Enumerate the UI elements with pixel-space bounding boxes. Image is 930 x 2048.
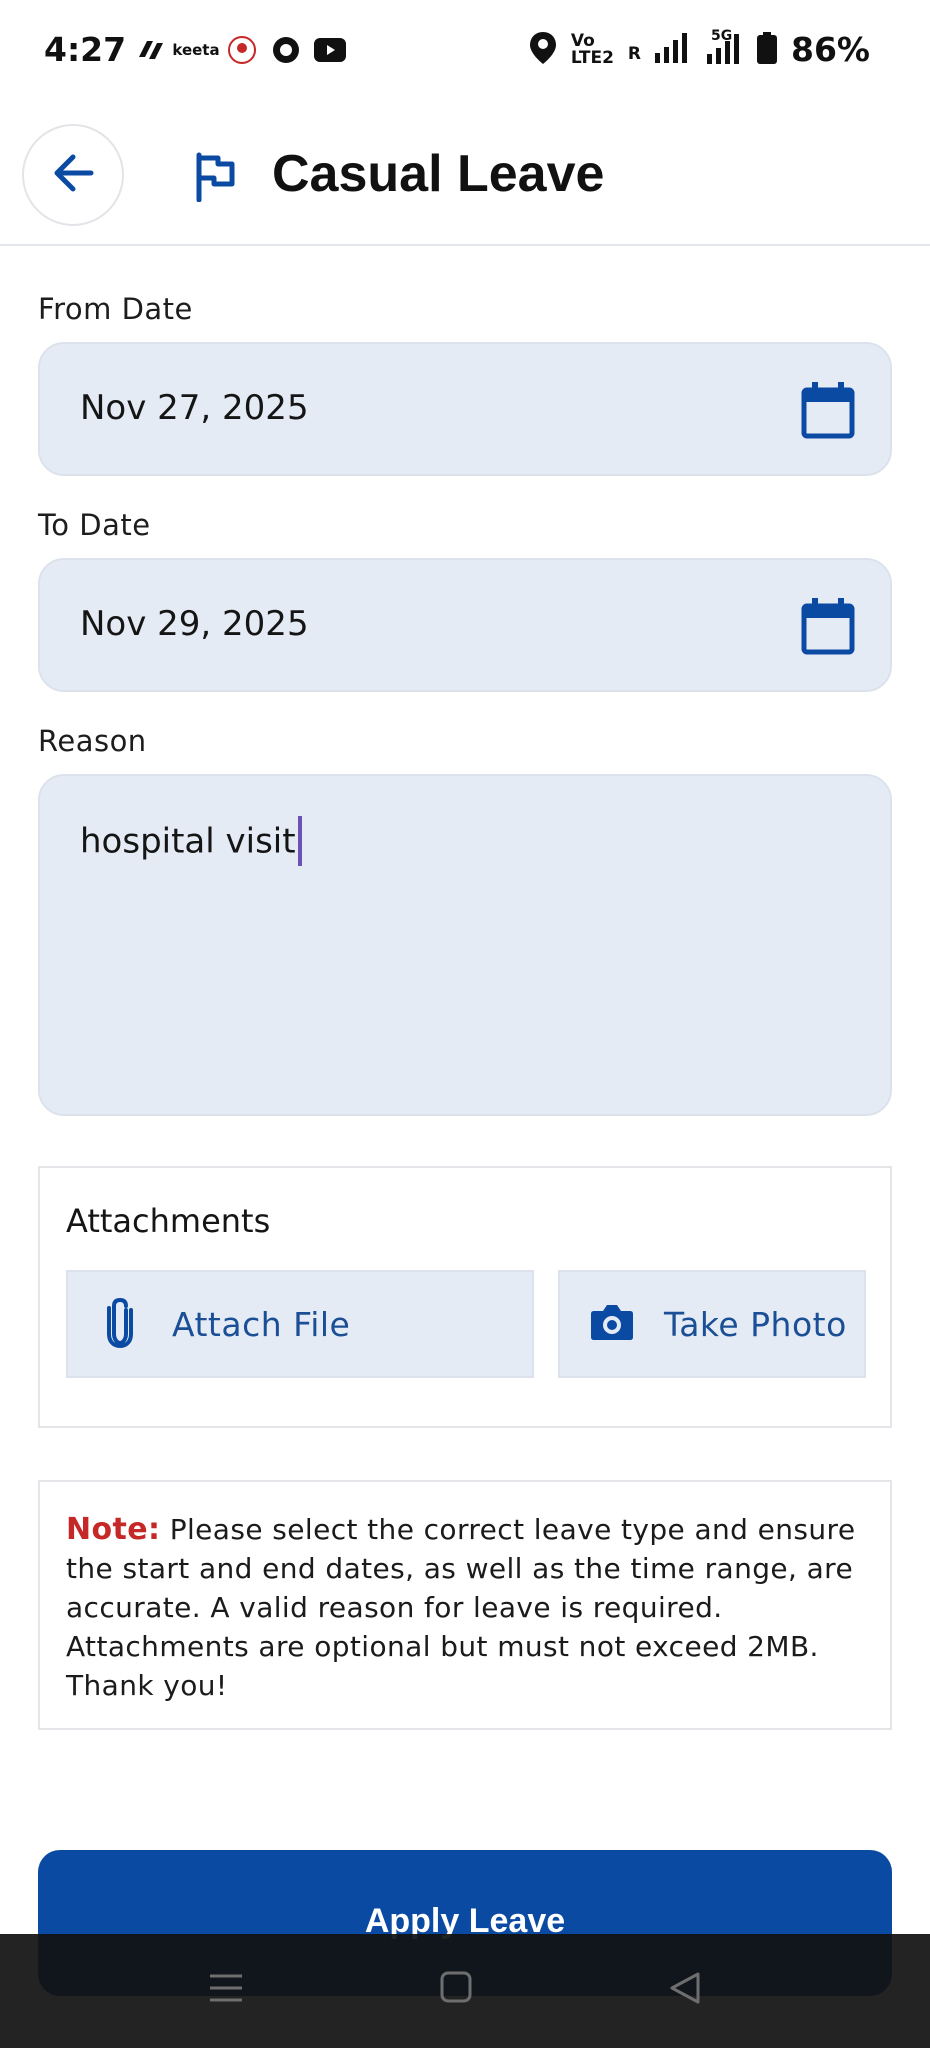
- note-body: Please select the correct leave type and…: [66, 1513, 856, 1702]
- note-section: Note: Please select the correct leave ty…: [38, 1480, 892, 1730]
- calendar-icon[interactable]: [800, 382, 856, 444]
- attachments-title: Attachments: [66, 1202, 271, 1240]
- to-date-label: To Date: [38, 508, 151, 542]
- battery-percentage: 86%: [791, 30, 870, 69]
- from-date-label: From Date: [38, 292, 193, 326]
- reason-value: hospital visit: [80, 821, 296, 862]
- app-icon-4: [270, 34, 302, 66]
- app-icon-1: [134, 34, 166, 66]
- calendar-icon[interactable]: [800, 598, 856, 660]
- page-title: Casual Leave: [272, 145, 605, 203]
- status-bar: 4:27 keeta Vo LTE2 R 5G 86%: [0, 0, 930, 100]
- volte-indicator: Vo LTE2: [570, 30, 614, 68]
- take-photo-button[interactable]: Take Photo: [558, 1270, 866, 1378]
- status-time: 4:27: [44, 30, 127, 69]
- take-photo-label: Take Photo: [664, 1304, 847, 1344]
- to-date-value: Nov 29, 2025: [80, 604, 309, 644]
- note-label: Note:: [66, 1512, 161, 1547]
- home-icon[interactable]: [440, 1970, 472, 2010]
- from-date-field[interactable]: Nov 27, 2025: [38, 342, 892, 476]
- reason-textarea[interactable]: hospital visit: [38, 774, 892, 1116]
- app-icon-3: [226, 34, 258, 66]
- reason-content: hospital visit: [80, 816, 302, 868]
- attachments-section: Attachments Attach File Take Photo: [38, 1166, 892, 1428]
- arrow-left-icon: [51, 153, 95, 197]
- signal-icon: [655, 32, 689, 67]
- roaming-indicator: R: [627, 44, 641, 64]
- from-date-value: Nov 27, 2025: [80, 388, 309, 428]
- to-date-field[interactable]: Nov 29, 2025: [38, 558, 892, 692]
- back-button[interactable]: [22, 124, 124, 226]
- battery-icon: [757, 31, 777, 68]
- network-5g-indicator: 5G: [703, 28, 743, 68]
- paperclip-icon: [104, 1296, 136, 1352]
- camera-icon: [590, 1303, 634, 1345]
- attach-file-button[interactable]: Attach File: [66, 1270, 534, 1378]
- youtube-icon: [314, 34, 346, 66]
- notification-icons: keeta: [134, 34, 346, 66]
- status-indicators: Vo LTE2 R 5G 86%: [529, 28, 870, 69]
- back-nav-icon[interactable]: [668, 1970, 702, 2010]
- reason-label: Reason: [38, 724, 147, 758]
- system-nav-bar: [0, 1934, 930, 2048]
- app-header: Casual Leave: [0, 110, 930, 246]
- note-text: Note: Please select the correct leave ty…: [66, 1510, 866, 1705]
- text-cursor: [297, 816, 302, 866]
- location-icon: [529, 31, 557, 69]
- recent-apps-icon[interactable]: [208, 1970, 244, 2010]
- attach-file-label: Attach File: [172, 1304, 351, 1344]
- flag-icon: [194, 152, 238, 206]
- keeta-icon: keeta: [172, 41, 220, 59]
